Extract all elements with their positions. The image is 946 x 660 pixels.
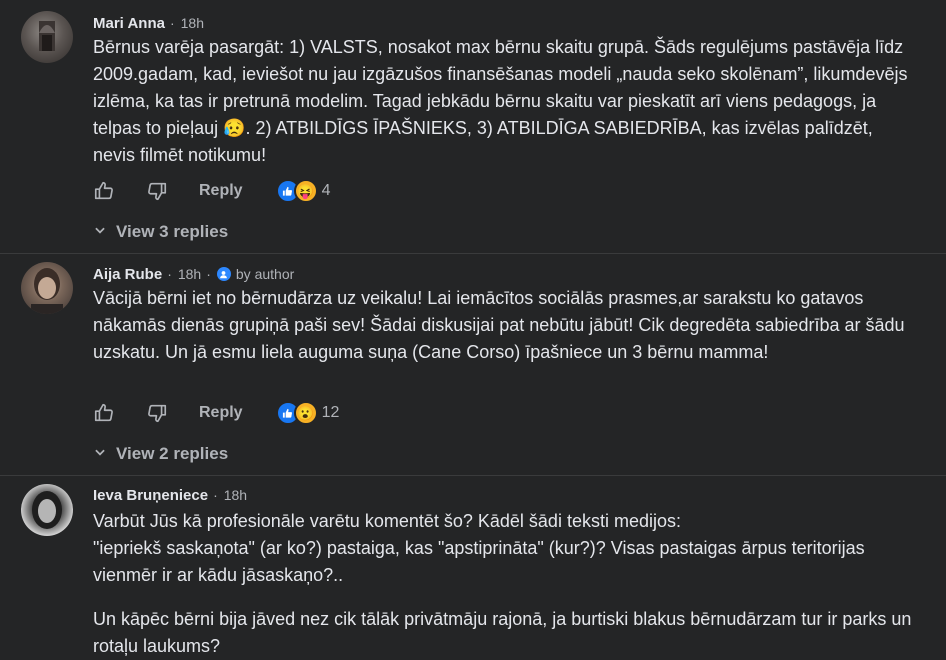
author-badge: by author bbox=[216, 266, 295, 282]
reply-button[interactable]: Reply bbox=[199, 182, 243, 200]
view-replies-label: View 3 replies bbox=[116, 222, 229, 241]
chevron-down-icon bbox=[93, 222, 107, 242]
reactions-summary[interactable]: 😝 4 bbox=[275, 179, 331, 203]
comment-timestamp[interactable]: 18h bbox=[224, 487, 247, 503]
reactions-summary[interactable]: 😮 12 bbox=[275, 401, 340, 425]
dislike-icon[interactable] bbox=[146, 180, 168, 202]
avatar-aija-rube[interactable] bbox=[21, 262, 73, 314]
like-icon[interactable] bbox=[93, 180, 115, 202]
comment-paragraph: Varbūt Jūs kā profesionāle varētu koment… bbox=[93, 511, 681, 531]
author-badge-icon bbox=[216, 267, 231, 281]
comment-timestamp[interactable]: 18h bbox=[181, 15, 204, 31]
view-replies-label: View 2 replies bbox=[116, 444, 229, 463]
author-badge-label: by author bbox=[235, 266, 295, 282]
comment-divider bbox=[0, 253, 946, 254]
avatar-mari-anna[interactable] bbox=[21, 11, 73, 63]
chevron-down-icon bbox=[93, 444, 107, 464]
dislike-icon[interactable] bbox=[146, 402, 168, 424]
reply-button[interactable]: Reply bbox=[199, 404, 243, 422]
comment-body: Varbūt Jūs kā profesionāle varētu koment… bbox=[93, 508, 913, 660]
separator-dot: · bbox=[167, 266, 172, 282]
comment-body: Bērnus varēja pasargāt: 1) VALSTS, nosak… bbox=[93, 34, 913, 169]
wow-reaction-icon: 😮 bbox=[293, 401, 318, 425]
comment-paragraph: Vācijā bērni iet no bērnudārza uz veikal… bbox=[93, 288, 905, 362]
comment-author-name[interactable]: Ieva Bruņeniece bbox=[93, 487, 208, 504]
avatar-ieva-bruneniece[interactable] bbox=[21, 484, 73, 536]
comment-timestamp[interactable]: 18h bbox=[178, 266, 201, 282]
reaction-count: 4 bbox=[321, 182, 331, 199]
reaction-count: 12 bbox=[321, 404, 340, 421]
separator-dot: · bbox=[206, 266, 211, 282]
separator-dot: · bbox=[213, 487, 218, 503]
comment-divider bbox=[0, 475, 946, 476]
comment-actions: Reply 😝 4 bbox=[93, 177, 330, 205]
comment-actions: Reply 😮 12 bbox=[93, 399, 339, 427]
comment-body: Vācijā bērni iet no bērnudārza uz veikal… bbox=[93, 285, 913, 366]
comment-author-name[interactable]: Aija Rube bbox=[93, 266, 162, 283]
comment-paragraph: "iepriekš saskaņota" (ar ko?) pastaiga, … bbox=[93, 538, 865, 585]
like-icon[interactable] bbox=[93, 402, 115, 424]
view-replies-button[interactable]: View 3 replies bbox=[93, 220, 228, 244]
comment-author-name[interactable]: Mari Anna bbox=[93, 15, 165, 32]
comment-paragraph: Bērnus varēja pasargāt: 1) VALSTS, nosak… bbox=[93, 37, 908, 165]
laugh-reaction-icon: 😝 bbox=[293, 179, 318, 203]
separator-dot: · bbox=[169, 15, 175, 31]
view-replies-button[interactable]: View 2 replies bbox=[93, 442, 228, 466]
